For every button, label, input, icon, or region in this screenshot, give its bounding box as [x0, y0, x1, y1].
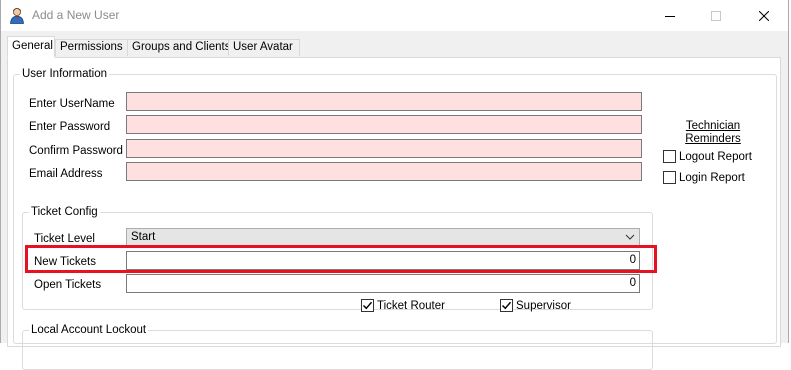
tab-permissions[interactable]: Permissions [55, 39, 128, 56]
tab-general[interactable]: General [7, 36, 55, 58]
supervisor-checkbox-box[interactable] [500, 299, 513, 312]
checkmark-icon [363, 301, 372, 310]
email-field[interactable] [126, 162, 642, 181]
ticket-router-label: Ticket Router [377, 299, 445, 312]
minimize-icon [665, 15, 675, 17]
password-field[interactable] [126, 115, 642, 134]
logout-report-checkbox-box[interactable] [663, 150, 676, 163]
chevron-down-icon [625, 234, 635, 240]
technician-reminders-link[interactable]: Technician Reminders [680, 120, 746, 146]
ticket-router-checkbox[interactable]: Ticket Router [361, 299, 445, 312]
tab-user-avatar[interactable]: User Avatar [228, 39, 300, 56]
open-tickets-label: Open Tickets [34, 279, 102, 291]
general-tab-page: User Information Enter UserName Enter Pa… [7, 57, 781, 370]
username-label: Enter UserName [29, 98, 115, 110]
add-user-window: Add a New User General Permissions Group… [0, 0, 789, 370]
maximize-button[interactable] [693, 0, 739, 31]
logout-report-checkbox[interactable]: Logout Report [663, 150, 752, 163]
maximize-icon [711, 10, 721, 21]
open-tickets-field[interactable]: 0 [126, 274, 640, 293]
email-label: Email Address [29, 168, 103, 180]
logout-report-label: Logout Report [679, 150, 752, 163]
ticket-level-label: Ticket Level [34, 233, 95, 245]
username-field[interactable] [126, 92, 642, 111]
login-report-checkbox-box[interactable] [663, 171, 676, 184]
password-label: Enter Password [29, 121, 111, 133]
login-report-checkbox[interactable]: Login Report [663, 171, 745, 184]
minimize-button[interactable] [647, 0, 693, 31]
close-button[interactable] [741, 0, 787, 31]
ticket-config-legend: Ticket Config [29, 205, 100, 219]
local-account-lockout-group: Local Account Lockout [22, 323, 653, 370]
ticket-router-checkbox-box[interactable] [361, 299, 374, 312]
supervisor-label: Supervisor [516, 299, 571, 312]
supervisor-checkbox[interactable]: Supervisor [500, 299, 571, 312]
user-app-icon [9, 7, 25, 24]
new-tickets-label: New Tickets [34, 256, 96, 268]
tab-groups-and-clients[interactable]: Groups and Clients [127, 39, 230, 56]
new-tickets-field[interactable]: 0 [126, 251, 640, 270]
confirm-password-label: Confirm Password [29, 145, 123, 157]
ticket-level-value: Start [131, 231, 156, 243]
login-report-label: Login Report [679, 171, 745, 184]
confirm-password-field[interactable] [126, 139, 642, 158]
window-title: Add a New User [32, 8, 120, 22]
user-information-legend: User Information [20, 67, 110, 81]
local-account-lockout-legend: Local Account Lockout [29, 323, 149, 337]
checkmark-icon [502, 301, 511, 310]
close-icon [759, 10, 769, 21]
ticket-level-select[interactable]: Start [126, 228, 640, 247]
title-bar: Add a New User [1, 0, 788, 31]
